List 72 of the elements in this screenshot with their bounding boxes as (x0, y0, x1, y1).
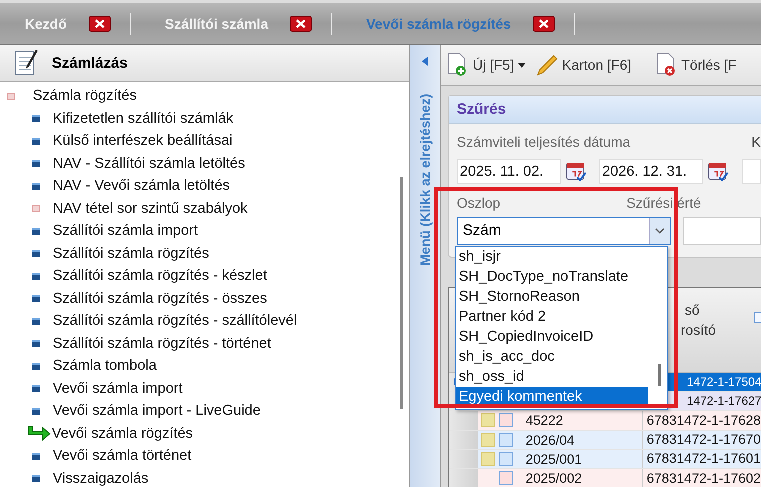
filter-title: Szűrés (457, 101, 506, 118)
tree-item[interactable]: Szállítói számla rögzítés - történet (0, 332, 409, 355)
calendar-icon[interactable] (708, 160, 729, 182)
close-icon[interactable] (89, 16, 111, 32)
tree-item[interactable]: Vevői számla import - LiveGuide (0, 400, 409, 422)
table-cell: 1472-1-17504 (687, 374, 761, 390)
dropdown-option[interactable]: Partner kód 2 (456, 307, 648, 327)
table-cell: 2025/002 (522, 468, 643, 487)
column-dropdown[interactable]: Szám (457, 217, 671, 245)
tree-item[interactable]: Szállítói számla rögzítés - szállítólevél (0, 310, 409, 332)
tree-item[interactable]: Szállítói számla import (0, 220, 409, 242)
tree-item[interactable]: Számla tombola (0, 355, 409, 378)
tree-item[interactable]: Visszaigazolás (0, 468, 409, 487)
column-header[interactable]: ső rosító (681, 300, 716, 340)
tree-item[interactable]: Vevői számla import (0, 378, 409, 400)
date-field[interactable] (742, 158, 761, 184)
dropdown-option[interactable]: SH_CopiedInvoiceID (456, 327, 648, 347)
tree-item[interactable]: NAV - Vevői számla letöltés (0, 175, 409, 198)
date-field[interactable]: 2026. 12. 31. (599, 158, 703, 184)
notepad-icon (14, 49, 40, 77)
field-label: Szűrési érté (626, 194, 702, 213)
table-row[interactable]: 2026/04 67831472-1-17670 (449, 430, 761, 450)
dropdown-option[interactable]: sh_is_acc_doc (456, 347, 648, 367)
tree-item[interactable]: NAV tétel sor szintű szabályok (0, 198, 409, 220)
field-label: K (752, 133, 761, 151)
dropdown-option[interactable]: SH_StornoReason (456, 287, 648, 307)
dropdown-option[interactable]: sh_isjr (456, 247, 648, 267)
pencil-icon (536, 54, 558, 76)
toolbar-button[interactable]: Törlés [F (656, 53, 737, 77)
table-cell: 2025/001 (522, 450, 643, 468)
tree-item[interactable]: Vevői számla rögzítés (0, 422, 409, 445)
table-cell: 67831472-1-17628 (646, 412, 761, 428)
tree-item[interactable]: Szállítói számla rögzítés (0, 242, 409, 265)
close-icon[interactable] (533, 16, 556, 32)
table-row[interactable]: 45222 67831472-1-17628 (449, 411, 761, 431)
flag-checkbox[interactable] (481, 413, 496, 428)
field-label: Számviteli teljesítés dátuma (457, 133, 631, 151)
delete-document-icon (656, 53, 678, 77)
table-row[interactable]: 2025/001 67831472-1-17601 (449, 450, 761, 469)
table-cell: 67831472-1-17602 (646, 470, 761, 486)
collapse-icon[interactable] (422, 57, 428, 66)
table-cell: 2026/04 (522, 430, 643, 449)
tree-item[interactable]: NAV - Szállítói számla letöltés (0, 152, 409, 175)
dropdown-option[interactable]: SH_DocType_noTranslate (456, 267, 648, 287)
scrollbar[interactable] (400, 177, 403, 409)
table-cell: 1472-1-17627 (687, 393, 761, 410)
toolbar-button[interactable]: Karton [F6] (536, 54, 632, 76)
tree-item[interactable]: Szállítói számla rögzítés - összes (0, 288, 409, 310)
scrollbar[interactable] (658, 364, 661, 386)
panel-title: Számlázás (52, 54, 128, 72)
calendar-icon[interactable] (566, 160, 586, 182)
tree-item[interactable]: Számla rögzítés (0, 85, 409, 108)
flag-checkbox[interactable] (481, 452, 496, 466)
new-document-icon (447, 53, 469, 77)
tree-item[interactable]: Kifizetetlen szállítói számlák (0, 108, 409, 130)
flag-checkbox[interactable] (481, 432, 496, 447)
tree-item[interactable]: Vevői számla történet (0, 445, 409, 468)
tree-item[interactable]: Szállítói számla rögzítés - készlet (0, 265, 409, 288)
chevron-icon (655, 228, 665, 234)
tree-item[interactable]: Külső interfészek beállításai (0, 130, 409, 152)
date-field[interactable]: 2025. 11. 02. (457, 158, 561, 184)
dropdown-option[interactable]: sh_oss_id (456, 367, 648, 387)
caret-icon (518, 62, 526, 68)
table-cell: 67831472-1-17601 (646, 451, 761, 466)
close-icon[interactable] (290, 16, 312, 32)
table-row[interactable]: 2025/002 67831472-1-17602 (449, 468, 761, 487)
table-cell: 45222 (522, 411, 643, 430)
arrow-icon (27, 426, 51, 442)
field-label: Oszlop (457, 194, 501, 213)
table-cell: 67831472-1-17670 (646, 432, 761, 448)
filter-value-field[interactable] (683, 217, 761, 245)
toolbar-button[interactable]: Új [F5] (447, 53, 526, 77)
